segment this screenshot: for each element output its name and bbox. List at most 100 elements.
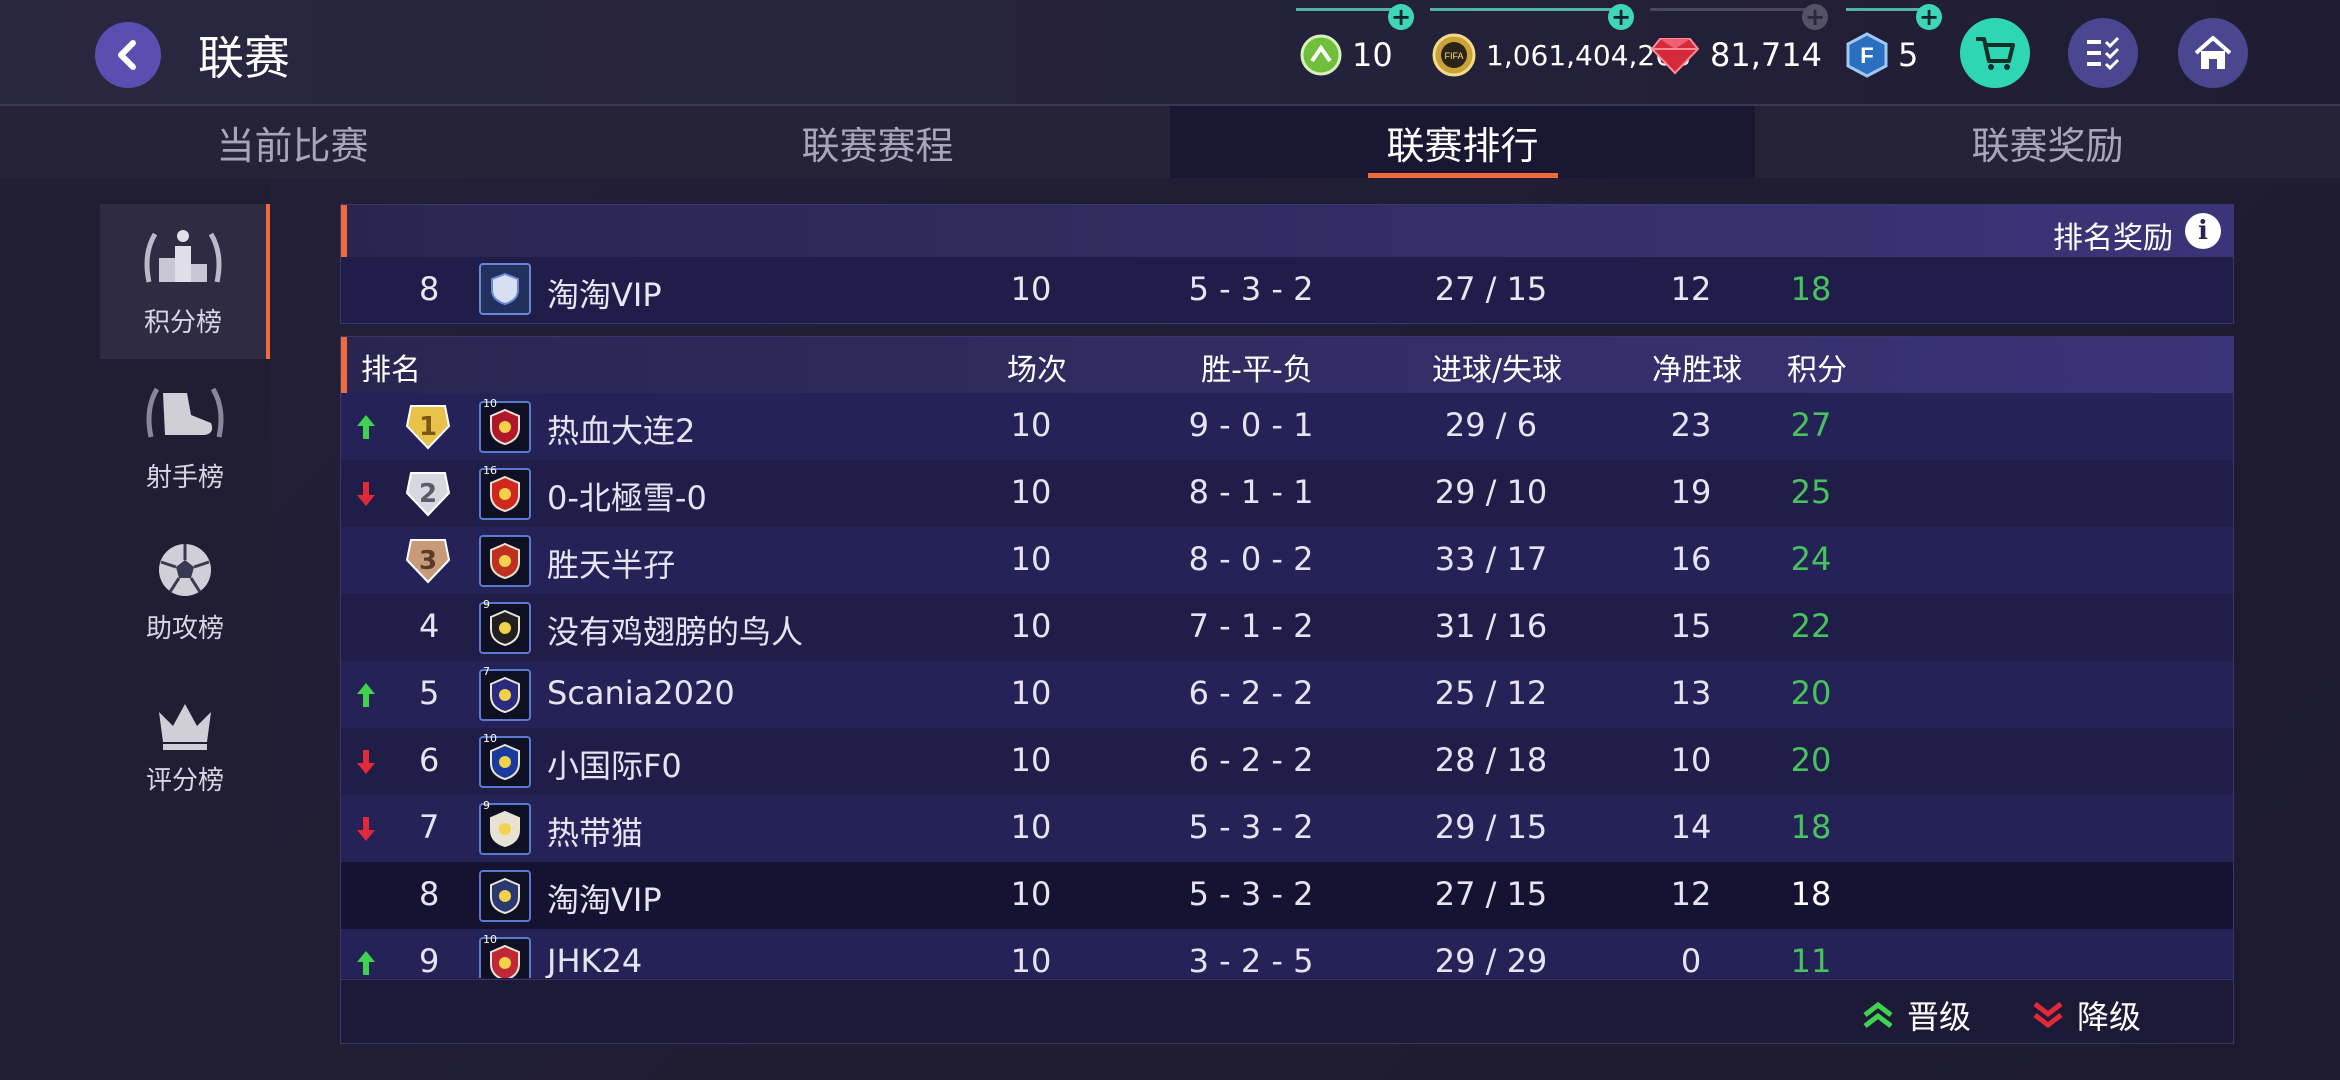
team-wdl: 8 - 1 - 1 bbox=[1188, 473, 1314, 511]
sidebar-item-label: 助攻榜 bbox=[145, 614, 224, 644]
header-rank: 排名 bbox=[361, 353, 421, 388]
table-row[interactable]: 8 淘淘VIP 10 5 - 3 - 2 27 / 15 12 18 bbox=[341, 862, 2233, 929]
sidebar: 积分榜 射手榜 助攻榜 评分榜 bbox=[0, 178, 270, 1080]
my-team-row[interactable]: 8 淘淘VIP 10 5 - 3 - 2 27 / 15 12 18 bbox=[341, 257, 2233, 323]
team-name: 没有鸡翅膀的鸟人 bbox=[547, 613, 804, 651]
football-icon bbox=[159, 544, 211, 596]
info-icon[interactable]: i bbox=[2185, 213, 2221, 249]
team-played: 10 bbox=[1010, 674, 1052, 712]
team-goals: 28 / 18 bbox=[1434, 741, 1548, 779]
back-button[interactable] bbox=[95, 22, 161, 88]
add-points-button[interactable]: + bbox=[1916, 4, 1942, 30]
tab-label: 联赛赛程 bbox=[801, 123, 954, 168]
tab-standings[interactable]: 联赛排行 bbox=[1170, 106, 1755, 178]
sidebar-item-top-scorers[interactable]: 射手榜 bbox=[100, 359, 270, 514]
team-name: 淘淘VIP bbox=[547, 881, 662, 919]
team-wdl: 7 - 1 - 2 bbox=[1188, 607, 1314, 645]
team-played: 10 bbox=[1010, 406, 1052, 444]
tab-label: 当前比赛 bbox=[216, 123, 369, 168]
my-team-gd: 12 bbox=[1670, 270, 1712, 308]
rank-down-arrow-icon bbox=[357, 482, 375, 506]
add-gems-button[interactable]: + bbox=[1802, 4, 1828, 30]
point-badge-text: F bbox=[1860, 43, 1873, 68]
crest-shield-icon bbox=[490, 743, 520, 781]
team-goals: 25 / 12 bbox=[1434, 674, 1548, 712]
rank-number: 6 bbox=[419, 741, 440, 779]
add-coins-button[interactable]: + bbox=[1608, 4, 1634, 30]
header-played: 场次 bbox=[1007, 353, 1067, 388]
sidebar-item-label: 射手榜 bbox=[145, 463, 224, 493]
home-button[interactable] bbox=[2178, 18, 2248, 88]
legend-relegate-label: 降级 bbox=[2077, 998, 2142, 1036]
team-name: 热带猫 bbox=[547, 814, 644, 852]
table-row[interactable]: 3 胜天半孖 10 8 - 0 - 2 33 / 17 16 24 bbox=[341, 527, 2233, 594]
team-crest-icon bbox=[479, 263, 531, 315]
chevron-left-icon bbox=[118, 40, 136, 70]
standings-rows: 1 10 热血大连2 10 9 - 0 - 1 29 / 6 23 27 2 16 0-北極雪-0 1… bbox=[341, 393, 2233, 978]
sidebar-item-label: 评分榜 bbox=[145, 766, 224, 796]
team-name: 热血大连2 bbox=[547, 412, 696, 450]
team-pts: 18 bbox=[1790, 875, 1832, 913]
crest-shield-icon bbox=[490, 475, 520, 513]
team-gd: 23 bbox=[1670, 406, 1712, 444]
rank-down-arrow-icon bbox=[357, 817, 375, 841]
table-row[interactable]: 2 16 0-北極雪-0 10 8 - 1 - 1 29 / 10 19 25 bbox=[341, 460, 2233, 527]
podium-icon bbox=[144, 230, 222, 283]
team-gd: 19 bbox=[1670, 473, 1712, 511]
rank-number: 1 bbox=[418, 412, 438, 442]
team-crest-icon bbox=[479, 535, 531, 587]
team-gd: 13 bbox=[1670, 674, 1712, 712]
gem-icon bbox=[1650, 38, 1700, 75]
team-pts: 18 bbox=[1790, 808, 1832, 846]
crest-level: 10 bbox=[483, 732, 497, 745]
team-crest-icon: 10 bbox=[479, 933, 531, 978]
rank-number: 4 bbox=[419, 607, 440, 645]
team-wdl: 9 - 0 - 1 bbox=[1188, 406, 1314, 444]
crest-shield-icon bbox=[491, 272, 519, 306]
add-energy-button[interactable]: + bbox=[1388, 4, 1414, 30]
tab-schedule[interactable]: 联赛赛程 bbox=[585, 106, 1170, 178]
rank-up-arrow-icon bbox=[357, 951, 375, 975]
team-name: 胜天半孖 bbox=[547, 546, 676, 584]
team-crest-icon: 10 bbox=[479, 732, 531, 788]
team-goals: 33 / 17 bbox=[1434, 540, 1548, 578]
crest-shield-icon bbox=[490, 676, 520, 714]
team-played: 10 bbox=[1010, 875, 1052, 913]
store-button[interactable] bbox=[1960, 18, 2030, 88]
sidebar-item-points-table[interactable]: 积分榜 bbox=[100, 204, 270, 359]
fifa-coin-icon: FIFA bbox=[1432, 33, 1476, 77]
team-gd: 0 bbox=[1680, 942, 1702, 978]
legend-bar: 晋级 降级 bbox=[341, 979, 2233, 1043]
sidebar-item-assists[interactable]: 助攻榜 bbox=[100, 514, 270, 669]
table-row[interactable]: 4 9 没有鸡翅膀的鸟人 10 7 - 1 - 2 31 / 16 15 22 bbox=[341, 594, 2233, 661]
header-wdl: 胜-平-负 bbox=[1201, 353, 1313, 388]
energy-counter: 10 bbox=[1300, 28, 1393, 82]
header-goals: 进球/失球 bbox=[1431, 353, 1563, 388]
table-row[interactable]: 1 10 热血大连2 10 9 - 0 - 1 29 / 6 23 27 bbox=[341, 393, 2233, 460]
team-name: 小国际F0 bbox=[547, 747, 682, 785]
table-row[interactable]: 5 7 Scania2020 10 6 - 2 - 2 25 / 12 13 20 bbox=[341, 661, 2233, 728]
table-row[interactable]: 9 10 JHK24 10 3 - 2 - 5 29 / 29 0 11 bbox=[341, 929, 2233, 978]
crest-shield-icon bbox=[490, 810, 520, 848]
table-row[interactable]: 6 10 小国际F0 10 6 - 2 - 2 28 / 18 10 20 bbox=[341, 728, 2233, 795]
team-goals: 27 / 15 bbox=[1434, 875, 1548, 913]
tab-rewards[interactable]: 联赛奖励 bbox=[1755, 106, 2340, 178]
crest-shield-icon bbox=[490, 609, 520, 647]
table-row[interactable]: 7 9 热带猫 10 5 - 3 - 2 29 / 15 14 18 bbox=[341, 795, 2233, 862]
header-gd: 净胜球 bbox=[1652, 353, 1742, 388]
team-name: Scania2020 bbox=[547, 674, 735, 712]
sidebar-item-ratings[interactable]: 评分榜 bbox=[100, 669, 270, 824]
team-crest-icon: 9 bbox=[479, 598, 531, 654]
team-pts: 20 bbox=[1790, 674, 1832, 712]
relegate-chevrons-icon bbox=[2033, 1002, 2063, 1029]
my-team-rank: 8 bbox=[419, 270, 440, 308]
tab-current-match[interactable]: 当前比赛 bbox=[0, 106, 585, 178]
rank-number: 8 bbox=[419, 875, 440, 913]
team-pts: 27 bbox=[1790, 406, 1832, 444]
crest-level: 9 bbox=[483, 799, 490, 812]
fifa-point-icon: F bbox=[1846, 32, 1888, 78]
tasks-button[interactable] bbox=[2068, 18, 2138, 88]
team-pts: 22 bbox=[1790, 607, 1832, 645]
checklist-icon bbox=[2087, 36, 2120, 71]
crest-level: 16 bbox=[483, 464, 497, 477]
